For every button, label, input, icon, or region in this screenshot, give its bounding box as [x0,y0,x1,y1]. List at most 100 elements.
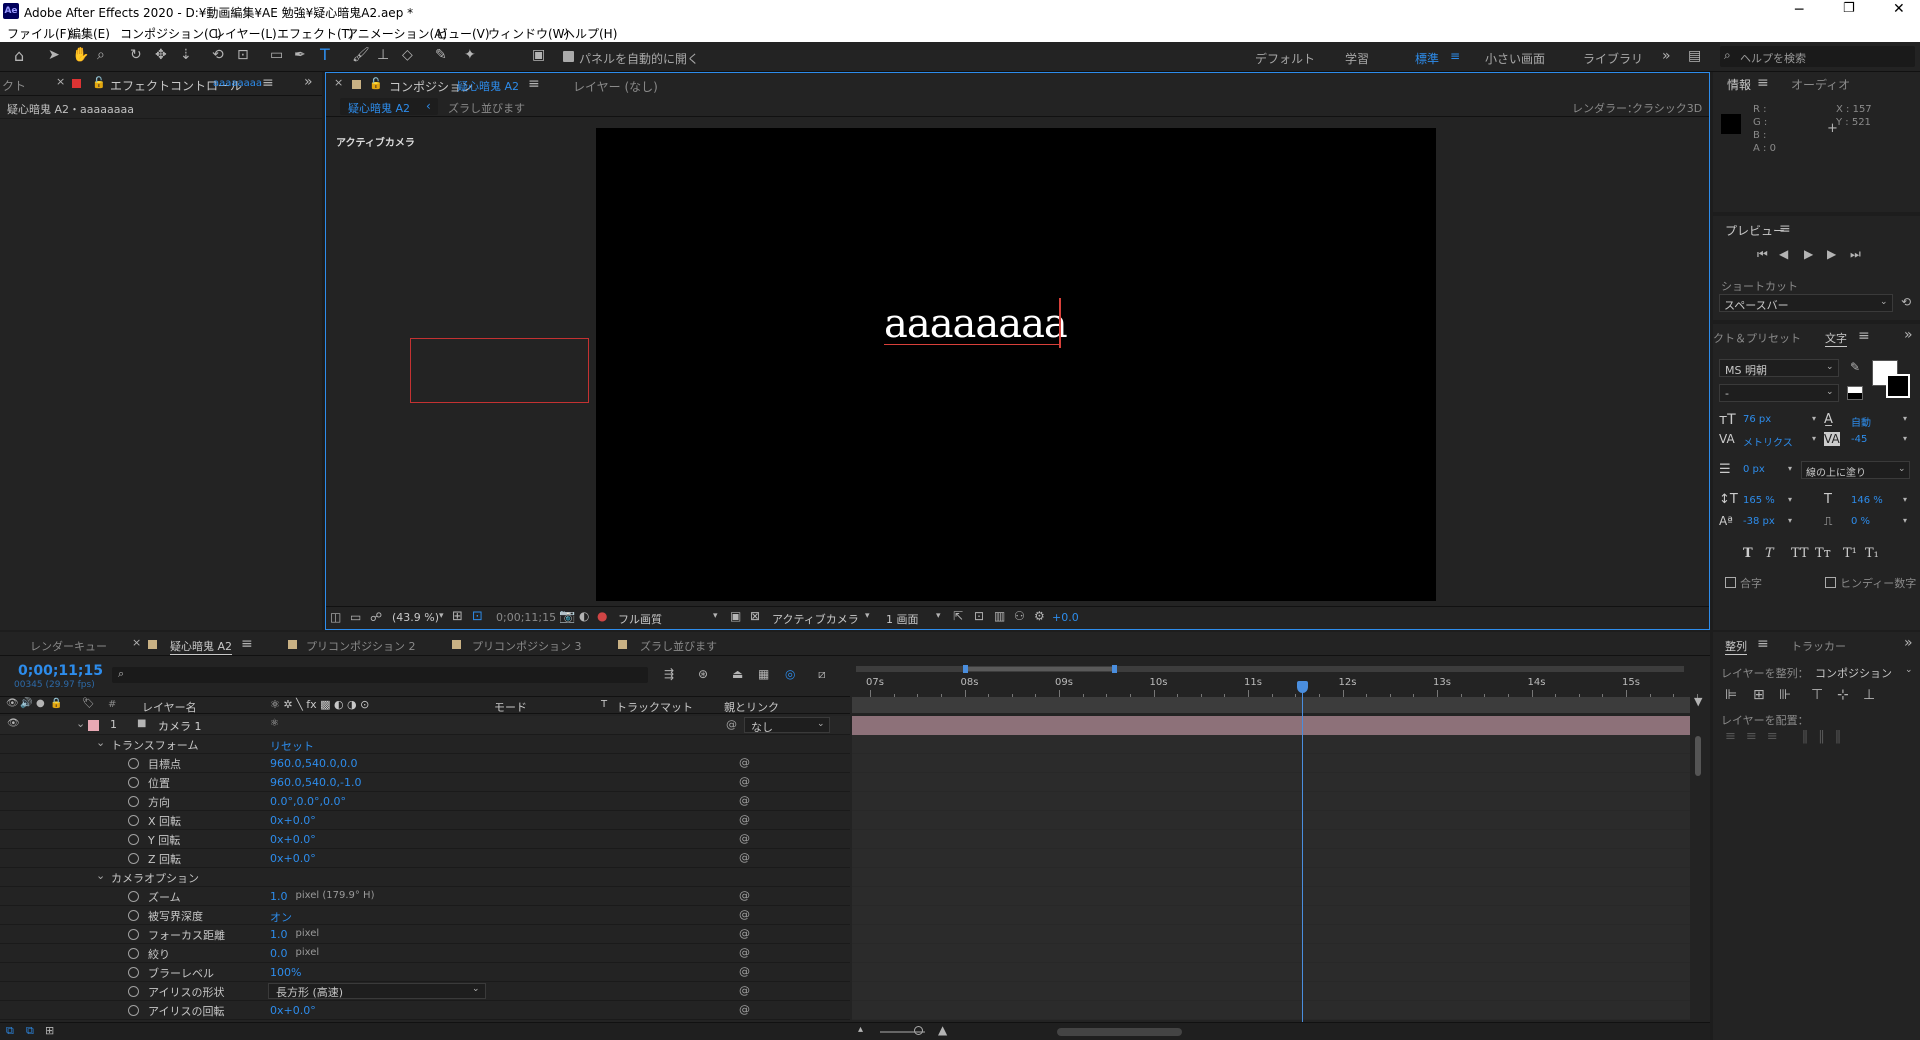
rectangle-tool-icon[interactable]: ▭ [270,48,283,62]
brush-tool-icon[interactable]: 🖌 [352,48,370,62]
vertical-scale-value[interactable]: 165 % [1743,495,1775,506]
toggle-3d-view-icon[interactable]: ⇱ [953,610,963,622]
property-row[interactable]: 方向 0.0°,0.0°,0.0° @ [0,792,850,811]
panel-menu-icon[interactable]: ≡ [1757,76,1769,90]
tsume-value[interactable]: 0 % [1851,516,1870,527]
small-caps-button[interactable]: Tт [1815,546,1831,561]
active-comp-tab[interactable]: 疑心暗鬼 A2 [170,638,233,655]
comp-tab-name[interactable]: 疑心暗鬼 A2 [457,78,519,94]
previous-frame-icon[interactable]: ◀ [1779,248,1788,260]
panel-menu-icon[interactable]: ≡ [1779,222,1791,236]
expand-arrow[interactable]: ⌄ [96,869,105,882]
zoom-in-icon[interactable]: ▲ [938,1024,947,1036]
eye-icon[interactable]: 👁 [7,719,20,729]
composition-mini-flowchart-icon[interactable]: ⇶ [664,668,674,680]
property-row[interactable]: 位置 960.0,540.0,-1.0 @ [0,773,850,792]
no-fill-swatch[interactable] [1847,386,1863,400]
stopwatch-icon[interactable] [128,910,139,921]
property-row[interactable]: Y 回転 0x+0.0° @ [0,830,850,849]
hindi-digits-checkbox[interactable] [1825,577,1836,588]
property-row[interactable]: フォーカス距離 1.0 pixel @ [0,925,850,944]
stopwatch-icon[interactable] [128,986,139,997]
menu-file[interactable]: ファイル(F) [7,25,71,42]
faux-bold-button[interactable]: T [1743,546,1753,561]
transform-group-row[interactable]: ⌄ トランスフォーム リセット [0,735,850,754]
timeline-vertical-scrollbar[interactable] [1692,716,1704,1016]
stopwatch-icon[interactable] [128,815,139,826]
grid-guides-icon[interactable]: ⊞ [452,610,463,623]
stopwatch-icon[interactable] [128,929,139,940]
align-tab[interactable]: 整列 [1725,638,1747,655]
stopwatch-icon[interactable] [128,891,139,902]
expand-arrow[interactable]: ⌄ [76,717,85,730]
always-preview-icon[interactable]: ◫ [330,611,341,623]
align-top-icon[interactable]: ⊤ [1811,688,1823,702]
minimize-button[interactable]: ─ [1795,2,1803,18]
character-tab[interactable]: 文字 [1825,330,1847,347]
type-tool-icon[interactable]: T [320,47,330,63]
pickwhip-icon[interactable]: @ [739,813,750,826]
property-value[interactable]: 960.0,540.0,-1.0 [270,776,361,789]
info-tab[interactable]: 情報 [1727,76,1751,93]
layer-duration-bar[interactable] [852,716,1690,735]
puppet-tool-icon[interactable]: ✦ [464,48,476,62]
next-frame-icon[interactable]: ▶ [1827,248,1836,260]
precomp2-tab[interactable]: プリコンポジション 2 [306,638,416,654]
property-value[interactable]: 0x+0.0° [270,833,316,846]
transfer-controls-icon[interactable]: ⧉ [26,1025,34,1036]
pickwhip-icon[interactable]: @ [726,718,737,731]
pickwhip-icon[interactable]: @ [739,832,750,845]
pickwhip-icon[interactable]: @ [739,794,750,807]
effects-presets-cut-tab[interactable]: クト [2,77,26,94]
resolution-select[interactable]: フル画質 [618,611,662,627]
scrollbar-thumb[interactable] [1695,736,1701,776]
property-value[interactable]: 0x+0.0° [270,852,316,865]
restore-button[interactable]: ❐ [1843,1,1855,16]
align-bottom-icon[interactable]: ⊥ [1863,688,1875,702]
panel-menu-icon[interactable]: ≡ [1757,637,1769,651]
hand-tool-icon[interactable]: ✋ [72,48,89,62]
layer-row-camera[interactable]: 👁 ⌄ 1 ■ カメラ 1 ⚛ @ なし ⌄ [0,716,850,735]
workspace-sync-icon[interactable]: ▤ [1688,49,1701,63]
workspace-library[interactable]: ライブラリ [1583,50,1643,67]
audio-tab[interactable]: オーディオ [1791,76,1850,93]
stopwatch-icon[interactable] [128,967,139,978]
comp-canvas[interactable]: aaaaaaaa [596,128,1436,601]
time-navigator-bar[interactable] [852,697,1690,713]
layer-name[interactable]: カメラ 1 [158,718,202,734]
tracking-value[interactable]: -45 [1851,434,1867,445]
property-value[interactable]: 1.0 [270,928,288,941]
leading-value[interactable]: 自動 [1851,414,1871,429]
pickwhip-icon[interactable]: @ [739,889,750,902]
property-value[interactable]: 1.0 [270,890,288,903]
property-row[interactable]: 被写界深度 オン @ [0,906,850,925]
align-right-icon[interactable]: ⊪ [1779,688,1791,702]
zoom-slider-thumb[interactable] [914,1026,923,1035]
ligature-checkbox[interactable] [1725,577,1736,588]
lock-icon[interactable]: 🔓 [92,77,106,88]
pixel-aspect-icon[interactable]: ⊠ [750,610,760,622]
timeline-link-icon[interactable]: ▥ [994,610,1005,622]
play-icon[interactable]: ▶ [1804,248,1813,260]
orbit-tool-icon[interactable]: ↻ [130,48,142,62]
property-row[interactable]: ズーム 1.0 pixel (179.9° H) @ [0,887,850,906]
pickwhip-icon[interactable]: @ [739,965,750,978]
property-row[interactable]: アイリスの形状 長方形 (高速) @ ⌄ [0,982,850,1001]
menu-window[interactable]: ウィンドウ(W) [488,25,569,42]
roto-brush-tool-icon[interactable]: ✎ [435,48,447,62]
close-tab-icon[interactable]: × [334,77,343,88]
breadcrumb-active[interactable]: 疑心暗鬼 A2 ‹ [340,98,438,115]
layer-label-swatch[interactable] [88,720,99,731]
pickwhip-icon[interactable]: @ [739,1003,750,1016]
close-tab-icon[interactable]: × [132,637,141,648]
eraser-tool-icon[interactable]: ◇ [402,48,413,62]
zoom-out-icon[interactable]: ▴ [858,1025,863,1035]
stopwatch-icon[interactable] [128,853,139,864]
font-family-select[interactable]: MS 明朝 ⌄ [1719,359,1839,377]
property-value[interactable]: 0x+0.0° [270,814,316,827]
dolly-tool-icon[interactable]: ⇣ [180,48,192,62]
more-workspaces-icon[interactable]: » [1662,49,1671,63]
first-frame-icon[interactable]: ⏮ [1757,248,1768,260]
property-value[interactable]: 960.0,540.0,0.0 [270,757,357,770]
pickwhip-icon[interactable]: @ [739,756,750,769]
